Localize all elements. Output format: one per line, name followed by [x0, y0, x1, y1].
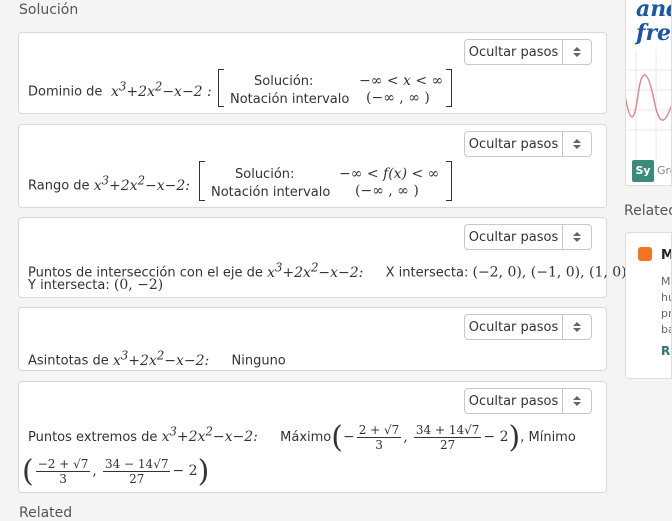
function-expr: x3+2x2−x−2:: [161, 424, 258, 445]
related-card-line: M: [661, 275, 671, 288]
button-label: Ocultar pasos: [468, 229, 559, 245]
max-y-fraction: 34 + 14√7 27: [413, 423, 482, 452]
hide-steps-button[interactable]: Ocultar pasos: [464, 314, 592, 340]
brand-text: Gro: [657, 164, 671, 177]
ad-headline-2: free: [636, 20, 672, 46]
asymptotes-label: Asintotas de: [28, 353, 109, 369]
sort-arrows-icon: [563, 139, 591, 149]
function-expr: x3+2x2−x−2:: [112, 348, 210, 369]
min-x-fraction: −2 + √7 3: [35, 457, 91, 486]
asymptotes-line: Asintotas de x3+2x2−x−2: Ninguno: [28, 348, 286, 369]
range-row1-label: Solución:: [235, 167, 295, 182]
left-bracket: [199, 161, 205, 201]
related-card-line: pr: [661, 307, 672, 320]
related-heading-bottom: Related: [19, 505, 73, 521]
domain-row2-value: (−∞ , ∞ ): [366, 90, 430, 106]
related-card-line: ba: [661, 323, 671, 336]
x-intercepts-label: X intersecta:: [385, 265, 469, 281]
related-heading-right: Related: [624, 203, 672, 219]
intercepts-card: Ocultar pasos Puntos de intersección con…: [18, 217, 631, 298]
hide-steps-button[interactable]: Ocultar pasos: [464, 388, 592, 414]
sort-arrows-icon: [563, 322, 591, 332]
min-label: , Mínimo: [520, 430, 576, 445]
max-x-fraction: 2 + √7 3: [356, 423, 402, 452]
right-bracket: [446, 161, 452, 201]
ad-headline-1: and: [636, 0, 671, 22]
sort-arrows-icon: [563, 396, 591, 406]
range-label: Rango de: [28, 178, 90, 194]
blogger-icon: [638, 247, 652, 261]
domain-row1-value: −∞ < x < ∞: [359, 73, 444, 89]
section-title: Solución: [19, 2, 79, 18]
extremes-label: Puntos extremos de: [28, 430, 158, 445]
hide-steps-button[interactable]: Ocultar pasos: [464, 131, 592, 157]
hide-steps-button[interactable]: Ocultar pasos: [464, 224, 592, 250]
y-intercepts-value: (0, −2): [113, 277, 164, 293]
max-label: Máximo: [280, 430, 332, 445]
range-row2-value: (−∞ , ∞ ): [355, 183, 419, 199]
range-row2-label: Notación intervalo: [211, 185, 331, 200]
domain-row1-label: Solución:: [254, 74, 314, 89]
min-y-fraction: 34 − 14√7 27: [102, 457, 171, 486]
related-card[interactable]: M M hu pr ba Re: [625, 232, 672, 379]
button-label: Ocultar pasos: [468, 136, 559, 152]
domain-line: Dominio de x3+2x2−x−2 :: [28, 79, 212, 100]
asymptotes-card: Ocultar pasos Asintotas de x3+2x2−x−2: N…: [18, 307, 607, 371]
extremes-card: Ocultar pasos Puntos extremos de x3+2x2−…: [18, 381, 607, 493]
asymptotes-value: Ninguno: [231, 353, 286, 369]
domain-row2-label: Notación intervalo: [230, 92, 350, 107]
hide-steps-button[interactable]: Ocultar pasos: [464, 39, 592, 65]
y-intercepts-label: Y intersecta:: [28, 278, 110, 293]
function-expr: x3+2x2−x−2:: [267, 260, 364, 281]
extremes-line-1: Puntos extremos de x3+2x2−x−2: Máximo(− 2…: [28, 420, 576, 455]
intercepts-line-2: Y intersecta: (0, −2): [28, 277, 163, 293]
function-expr: x3+2x2−x−2:: [93, 173, 190, 194]
brand-badge: Sy: [632, 160, 654, 182]
left-bracket: [218, 69, 224, 107]
related-card-title: M: [661, 248, 671, 263]
ad-graph-image: [626, 50, 671, 160]
related-card-line: hu: [661, 291, 671, 304]
read-more-link[interactable]: Re: [661, 344, 671, 358]
function-expr: x3+2x2−x−2 :: [106, 79, 212, 100]
x-intercepts-value: (−2, 0), (−1, 0), (1, 0),: [472, 264, 632, 281]
domain-label: Dominio de: [28, 84, 103, 100]
button-label: Ocultar pasos: [468, 393, 559, 409]
domain-card: Ocultar pasos Dominio de x3+2x2−x−2 : So…: [18, 32, 607, 114]
extremes-line-2: (−2 + √7 3, 34 − 14√7 27− 2): [22, 454, 210, 489]
sort-arrows-icon: [563, 232, 591, 242]
sort-arrows-icon: [563, 47, 591, 57]
button-label: Ocultar pasos: [468, 44, 559, 60]
ad-banner[interactable]: and free Sy Gro: [625, 0, 672, 186]
button-label: Ocultar pasos: [468, 319, 559, 335]
range-row1-value: −∞ < f(x) < ∞: [339, 166, 440, 182]
range-card: Ocultar pasos Rango de x3+2x2−x−2: Soluc…: [18, 124, 607, 208]
range-line: Rango de x3+2x2−x−2:: [28, 173, 190, 194]
right-bracket: [446, 69, 452, 107]
